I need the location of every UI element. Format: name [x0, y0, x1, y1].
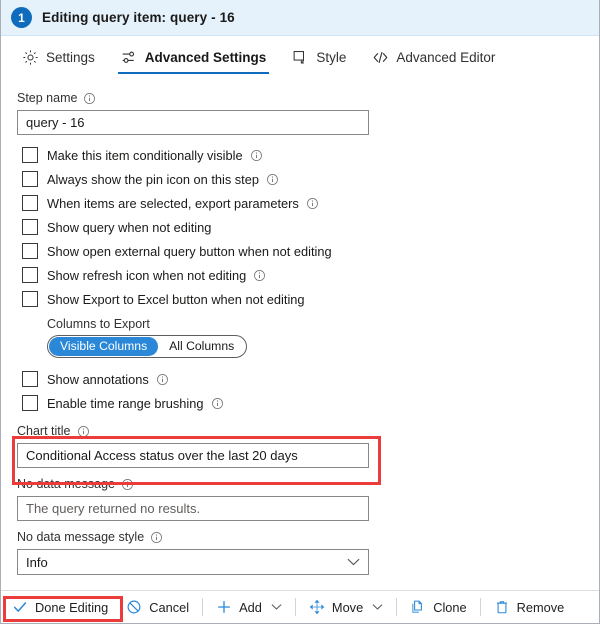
info-icon[interactable] — [77, 425, 90, 438]
checkbox-group-secondary: Show annotations Enable time range brush… — [1, 367, 599, 415]
checkbox-box[interactable] — [22, 243, 38, 259]
step-name-label-row: Step name — [17, 90, 599, 106]
step-name-input[interactable] — [17, 110, 369, 135]
edit-query-item-panel: 1 Editing query item: query - 16 Setting… — [0, 0, 600, 624]
tab-advanced-settings[interactable]: Advanced Settings — [108, 36, 280, 78]
checkbox-export-parameters-on-select[interactable]: When items are selected, export paramete… — [22, 191, 599, 215]
chart-title-label: Chart title — [17, 424, 71, 438]
checkbox-box[interactable] — [22, 195, 38, 211]
checkmark-icon — [12, 599, 28, 615]
chevron-down-icon[interactable] — [271, 603, 282, 611]
step-name-label: Step name — [17, 91, 78, 105]
info-icon[interactable] — [83, 92, 96, 105]
checkbox-show-query-when-not-editing[interactable]: Show query when not editing — [22, 215, 599, 239]
checkbox-label: Always show the pin icon on this step — [47, 171, 259, 187]
copy-icon — [410, 599, 426, 615]
trash-icon — [494, 599, 510, 615]
tab-settings-label: Settings — [46, 49, 95, 65]
editing-banner: 1 Editing query item: query - 16 — [1, 0, 599, 36]
step-number-badge: 1 — [11, 7, 32, 28]
checkbox-show-refresh-icon-when-not-editing[interactable]: Show refresh icon when not editing — [22, 263, 599, 287]
toolbar-divider — [294, 598, 296, 616]
tab-advanced-editor[interactable]: Advanced Editor — [359, 36, 508, 78]
checkbox-box[interactable] — [22, 371, 38, 387]
checkbox-label: Show annotations — [47, 371, 149, 387]
page-title: Editing query item: query - 16 — [42, 10, 235, 25]
checkbox-box[interactable] — [22, 171, 38, 187]
info-icon[interactable] — [253, 269, 266, 282]
cancel-button[interactable]: Cancel — [117, 594, 198, 621]
info-icon[interactable] — [306, 197, 319, 210]
checkbox-always-show-pin-icon[interactable]: Always show the pin icon on this step — [22, 167, 599, 191]
checkbox-label: Show open external query button when not… — [47, 243, 332, 259]
pill-option-visible-columns[interactable]: Visible Columns — [49, 337, 159, 356]
checkbox-label: When items are selected, export paramete… — [47, 195, 299, 211]
chart-title-label-row: Chart title — [17, 423, 599, 439]
tab-bar: Settings Advanced Settings Style Advance… — [1, 36, 599, 78]
cancel-label: Cancel — [149, 599, 190, 615]
checkbox-label: Enable time range brushing — [47, 395, 204, 411]
no-data-message-style-label: No data message style — [17, 530, 145, 544]
remove-button[interactable]: Remove — [485, 594, 574, 621]
toolbar-divider — [479, 598, 481, 616]
checkbox-make-conditionally-visible[interactable]: Make this item conditionally visible — [22, 143, 599, 167]
clone-button[interactable]: Clone — [401, 594, 475, 621]
checkbox-enable-time-range-brushing[interactable]: Enable time range brushing — [22, 391, 599, 415]
no-data-message-style-select-wrap: Info — [17, 549, 369, 575]
checkbox-group-primary: Make this item conditionally visible Alw… — [1, 143, 599, 311]
code-brackets-icon — [372, 49, 389, 66]
sliders-icon — [121, 49, 138, 66]
clone-label: Clone — [433, 599, 467, 615]
checkbox-box[interactable] — [22, 395, 38, 411]
checkbox-box[interactable] — [22, 291, 38, 307]
pill-option-all-columns[interactable]: All Columns — [158, 337, 245, 356]
info-icon[interactable] — [266, 173, 279, 186]
tab-settings[interactable]: Settings — [9, 36, 108, 78]
no-data-message-label: No data message — [17, 477, 115, 491]
checkbox-box[interactable] — [22, 219, 38, 235]
style-square-icon — [292, 49, 309, 66]
checkbox-label: Show query when not editing — [47, 219, 212, 235]
tab-advanced-editor-label: Advanced Editor — [396, 49, 496, 65]
checkbox-show-open-external-query-button[interactable]: Show open external query button when not… — [22, 239, 599, 263]
no-data-message-input[interactable] — [17, 496, 369, 521]
info-icon[interactable] — [121, 478, 134, 491]
toolbar-divider — [396, 598, 398, 616]
remove-label: Remove — [516, 599, 565, 615]
no-data-message-label-row: No data message — [17, 476, 599, 492]
checkbox-show-export-to-excel-button[interactable]: Show Export to Excel button when not edi… — [22, 287, 599, 311]
tab-style-label: Style — [316, 49, 347, 65]
no-data-message-style-select[interactable]: Info — [17, 549, 369, 575]
chart-title-input[interactable] — [17, 443, 369, 468]
plus-icon — [216, 599, 232, 615]
add-button[interactable]: Add — [207, 594, 291, 621]
toolbar-divider — [202, 598, 204, 616]
bottom-toolbar: Done Editing Cancel Add Move Clone Remov… — [1, 590, 599, 623]
info-icon[interactable] — [211, 397, 224, 410]
tab-advanced-settings-label: Advanced Settings — [144, 49, 267, 65]
block-circle-icon — [126, 599, 142, 615]
checkbox-show-annotations[interactable]: Show annotations — [22, 367, 599, 391]
chevron-down-icon[interactable] — [372, 603, 383, 611]
no-data-message-style-label-row: No data message style — [17, 529, 599, 545]
columns-to-export-label: Columns to Export — [47, 317, 150, 331]
move-button[interactable]: Move — [300, 594, 392, 621]
info-icon[interactable] — [150, 531, 163, 544]
info-icon[interactable] — [250, 149, 263, 162]
checkbox-label: Show refresh icon when not editing — [47, 267, 247, 283]
tab-style[interactable]: Style — [279, 36, 359, 78]
checkbox-label: Show Export to Excel button when not edi… — [47, 291, 305, 307]
done-editing-button[interactable]: Done Editing — [3, 594, 117, 621]
advanced-settings-form: Step name Make this item conditionally v… — [1, 78, 599, 575]
checkbox-box[interactable] — [22, 267, 38, 283]
done-editing-label: Done Editing — [35, 599, 109, 615]
add-label: Add — [239, 599, 262, 615]
move-label: Move — [331, 599, 364, 615]
info-icon[interactable] — [156, 373, 169, 386]
checkbox-box[interactable] — [22, 147, 38, 163]
gear-icon — [22, 49, 39, 66]
columns-to-export-toggle[interactable]: Visible Columns All Columns — [47, 335, 248, 358]
checkbox-label: Make this item conditionally visible — [47, 147, 243, 163]
move-arrows-icon — [309, 599, 325, 615]
